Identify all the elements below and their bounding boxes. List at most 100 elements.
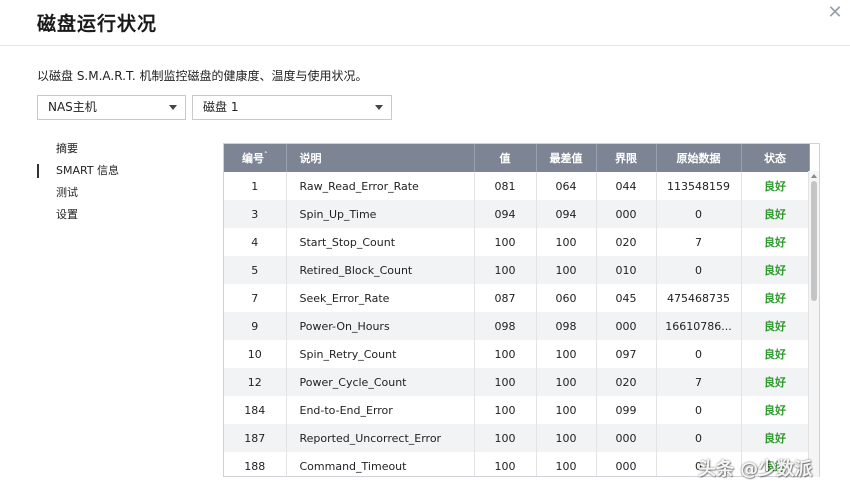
col-header-value[interactable]: 值 xyxy=(474,144,537,172)
cell-status: 良好 xyxy=(741,200,810,228)
cell-value: 100 xyxy=(474,452,537,476)
table-row[interactable]: 9 Power-On_Hours 098 098 000 16610786... 良好 xyxy=(224,312,810,340)
cell-status: 良好 xyxy=(741,172,810,200)
cell-id: 12 xyxy=(224,368,287,396)
cell-status: 良好 xyxy=(741,228,810,256)
cell-id: 7 xyxy=(224,284,287,312)
cell-worst: 100 xyxy=(536,368,597,396)
cell-id: 4 xyxy=(224,228,287,256)
table-row[interactable]: 5 Retired_Block_Count 100 100 010 0 良好 xyxy=(224,256,810,284)
cell-value: 100 xyxy=(474,368,537,396)
sort-asc-icon: ˄ xyxy=(264,151,268,159)
cell-worst: 098 xyxy=(536,312,597,340)
cell-threshold: 010 xyxy=(596,256,657,284)
chevron-down-icon xyxy=(169,105,177,110)
nav-item-settings[interactable]: 设置 xyxy=(37,204,187,226)
chevron-down-icon xyxy=(375,105,383,110)
table-row[interactable]: 184 End-to-End_Error 100 100 099 0 良好 xyxy=(224,396,810,424)
cell-status: 良好 xyxy=(741,284,810,312)
cell-worst: 100 xyxy=(536,340,597,368)
cell-value: 098 xyxy=(474,312,537,340)
cell-threshold: 044 xyxy=(596,172,657,200)
cell-value: 094 xyxy=(474,200,537,228)
cell-value: 100 xyxy=(474,256,537,284)
host-select[interactable]: NAS主机 xyxy=(37,95,186,120)
cell-description: Power-On_Hours xyxy=(286,312,475,340)
cell-raw: 0 xyxy=(656,340,742,368)
table-scrollbar[interactable] xyxy=(808,171,819,477)
cell-worst: 100 xyxy=(536,452,597,476)
cell-threshold: 020 xyxy=(596,368,657,396)
col-header-worst[interactable]: 最差值 xyxy=(536,144,597,172)
cell-status: 良好 xyxy=(741,340,810,368)
cell-status: 良好 xyxy=(741,368,810,396)
table-row[interactable]: 187 Reported_Uncorrect_Error 100 100 000 0 良好 xyxy=(224,424,810,452)
table-row[interactable]: 3 Spin_Up_Time 094 094 000 0 良好 xyxy=(224,200,810,228)
cell-status: 良好 xyxy=(741,424,810,452)
cell-description: Command_Timeout xyxy=(286,452,475,476)
cell-worst: 094 xyxy=(536,200,597,228)
cell-worst: 100 xyxy=(536,396,597,424)
cell-id: 188 xyxy=(224,452,287,476)
table-row[interactable]: 10 Spin_Retry_Count 100 100 097 0 良好 xyxy=(224,340,810,368)
cell-threshold: 000 xyxy=(596,452,657,476)
cell-description: Power_Cycle_Count xyxy=(286,368,475,396)
col-header-raw[interactable]: 原始数据 xyxy=(656,144,742,172)
table-row[interactable]: 1 Raw_Read_Error_Rate 081 064 044 113548159 良好 xyxy=(224,172,810,200)
cell-worst: 100 xyxy=(536,256,597,284)
cell-description: Seek_Error_Rate xyxy=(286,284,475,312)
cell-worst: 100 xyxy=(536,424,597,452)
cell-status: 良好 xyxy=(741,256,810,284)
cell-value: 100 xyxy=(474,396,537,424)
nav-item-summary[interactable]: 摘要 xyxy=(37,138,187,160)
close-icon[interactable]: ✕ xyxy=(826,4,844,22)
window-header: 磁盘运行状况 ✕ xyxy=(0,0,850,46)
host-select-value: NAS主机 xyxy=(48,100,97,114)
cell-description: Start_Stop_Count xyxy=(286,228,475,256)
col-header-threshold[interactable]: 界限 xyxy=(596,144,657,172)
disk-select[interactable]: 磁盘 1 xyxy=(192,95,392,120)
nav-item-test[interactable]: 测试 xyxy=(37,182,187,204)
scroll-thumb[interactable] xyxy=(811,181,817,301)
cell-worst: 060 xyxy=(536,284,597,312)
table-row[interactable]: 12 Power_Cycle_Count 100 100 020 7 良好 xyxy=(224,368,810,396)
side-nav: 摘要 SMART 信息 测试 设置 xyxy=(37,138,187,226)
watermark: 头条 @少数派 xyxy=(698,459,813,480)
cell-threshold: 020 xyxy=(596,228,657,256)
cell-id: 187 xyxy=(224,424,287,452)
cell-value: 081 xyxy=(474,172,537,200)
col-header-id[interactable]: 编号˄ xyxy=(224,144,287,172)
cell-value: 087 xyxy=(474,284,537,312)
col-header-status[interactable]: 状态 xyxy=(741,144,810,172)
cell-id: 3 xyxy=(224,200,287,228)
cell-value: 100 xyxy=(474,228,537,256)
cell-raw: 0 xyxy=(656,424,742,452)
cell-id: 5 xyxy=(224,256,287,284)
nav-item-smart-info[interactable]: SMART 信息 xyxy=(37,160,187,182)
cell-status: 良好 xyxy=(741,396,810,424)
cell-raw: 113548159 xyxy=(656,172,742,200)
cell-threshold: 097 xyxy=(596,340,657,368)
scroll-up-icon[interactable] xyxy=(811,174,817,178)
cell-description: Reported_Uncorrect_Error xyxy=(286,424,475,452)
cell-raw: 0 xyxy=(656,396,742,424)
cell-raw: 16610786... xyxy=(656,312,742,340)
cell-threshold: 099 xyxy=(596,396,657,424)
cell-raw: 7 xyxy=(656,228,742,256)
cell-id: 9 xyxy=(224,312,287,340)
cell-threshold: 045 xyxy=(596,284,657,312)
cell-description: Spin_Up_Time xyxy=(286,200,475,228)
cell-raw: 475468735 xyxy=(656,284,742,312)
cell-threshold: 000 xyxy=(596,312,657,340)
page-description: 以磁盘 S.M.A.R.T. 机制监控磁盘的健康度、温度与使用状况。 xyxy=(37,69,368,83)
cell-id: 184 xyxy=(224,396,287,424)
cell-threshold: 000 xyxy=(596,200,657,228)
cell-id: 10 xyxy=(224,340,287,368)
disk-select-value: 磁盘 1 xyxy=(203,100,239,114)
table-row[interactable]: 7 Seek_Error_Rate 087 060 045 475468735 良好 xyxy=(224,284,810,312)
cell-description: End-to-End_Error xyxy=(286,396,475,424)
table-row[interactable]: 4 Start_Stop_Count 100 100 020 7 良好 xyxy=(224,228,810,256)
col-header-description[interactable]: 说明 xyxy=(286,144,475,172)
cell-worst: 100 xyxy=(536,228,597,256)
cell-raw: 0 xyxy=(656,200,742,228)
